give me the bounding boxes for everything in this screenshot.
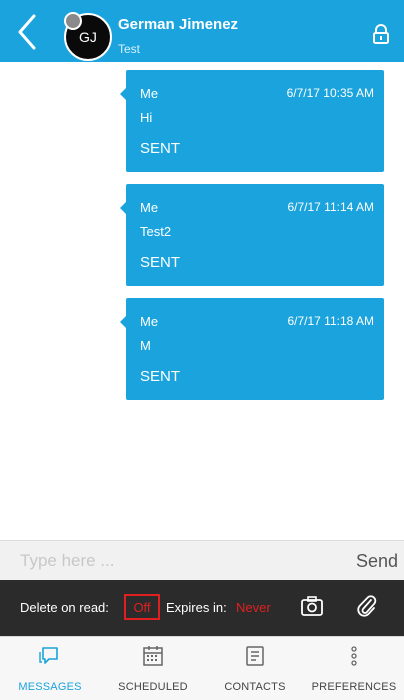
tab-contacts[interactable]: CONTACTS bbox=[206, 637, 304, 700]
messages-icon bbox=[39, 647, 58, 664]
message-bubble[interactable]: Me 6/7/17 11:14 AM Test2 SENT bbox=[120, 184, 384, 286]
chat-header: GJ German Jimenez Test bbox=[0, 0, 404, 62]
contacts-icon bbox=[246, 646, 264, 666]
message-timestamp: 6/7/17 11:18 AM bbox=[287, 314, 374, 328]
calendar-icon bbox=[143, 646, 163, 666]
message-timestamp: 6/7/17 11:14 AM bbox=[287, 200, 374, 214]
lock-icon bbox=[373, 24, 389, 44]
message-input[interactable] bbox=[0, 541, 330, 581]
expires-in-selector[interactable]: Never bbox=[236, 600, 271, 615]
tab-label: MESSAGES bbox=[18, 681, 82, 693]
attach-button[interactable] bbox=[356, 595, 378, 617]
message-timestamp: 6/7/17 10:35 AM bbox=[286, 86, 374, 100]
send-button[interactable]: Send bbox=[356, 551, 398, 572]
tab-preferences[interactable]: PREFERENCES bbox=[304, 637, 404, 700]
tab-label: PREFERENCES bbox=[311, 681, 397, 693]
contact-status: Test bbox=[118, 42, 141, 56]
message-sender: Me bbox=[140, 86, 159, 101]
presence-indicator bbox=[64, 12, 82, 30]
message-status: SENT bbox=[140, 368, 181, 385]
tab-label: CONTACTS bbox=[224, 681, 286, 693]
bottom-navigation: MESSAGES SCHEDULED CONTACTS PREFERENCES bbox=[0, 636, 404, 700]
message-status: SENT bbox=[140, 254, 181, 271]
contact-name[interactable]: German Jimenez bbox=[118, 16, 238, 33]
message-sender: Me bbox=[140, 200, 159, 215]
message-list[interactable]: Me 6/7/17 10:35 AM Hi SENT Me 6/7/17 11:… bbox=[0, 62, 404, 540]
message-status: SENT bbox=[140, 140, 181, 157]
tab-label: SCHEDULED bbox=[118, 681, 188, 693]
tab-scheduled[interactable]: SCHEDULED bbox=[100, 637, 206, 700]
message-text: M bbox=[140, 338, 151, 353]
delete-on-read-label: Delete on read: bbox=[20, 600, 109, 615]
camera-icon bbox=[301, 596, 323, 616]
message-sender: Me bbox=[140, 314, 159, 329]
composer: Send bbox=[0, 540, 404, 581]
more-vertical-icon bbox=[351, 646, 357, 666]
expires-in-label: Expires in: bbox=[166, 600, 227, 615]
message-text: Test2 bbox=[140, 224, 172, 239]
paperclip-icon bbox=[357, 595, 377, 617]
message-bubble[interactable]: Me 6/7/17 10:35 AM Hi SENT bbox=[120, 70, 384, 172]
avatar-initials: GJ bbox=[79, 29, 97, 45]
back-button[interactable] bbox=[12, 12, 42, 52]
message-text: Hi bbox=[140, 110, 153, 125]
lock-button[interactable] bbox=[372, 24, 390, 44]
camera-button[interactable] bbox=[301, 596, 323, 616]
tab-messages[interactable]: MESSAGES bbox=[0, 637, 100, 700]
delete-on-read-toggle[interactable]: Off bbox=[124, 594, 160, 620]
chevron-left-icon bbox=[18, 14, 36, 50]
message-bubble[interactable]: Me 6/7/17 11:18 AM M SENT bbox=[120, 298, 384, 400]
message-options-bar: Delete on read: Off Expires in: Never bbox=[0, 580, 404, 636]
